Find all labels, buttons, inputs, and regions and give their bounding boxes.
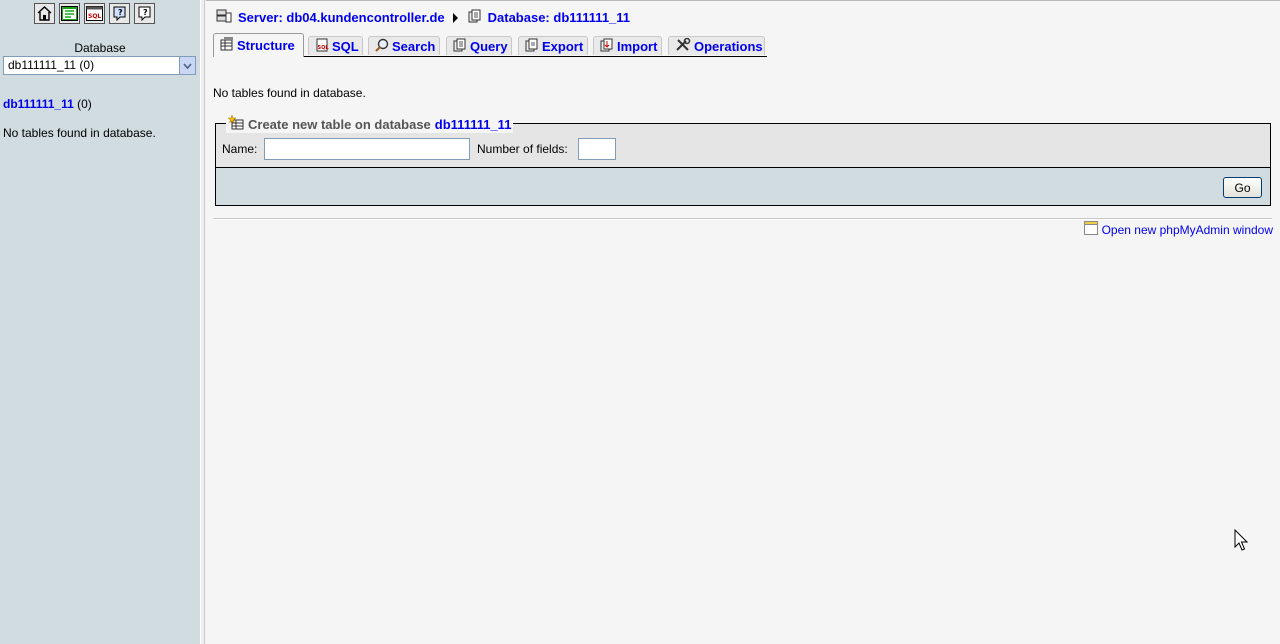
breadcrumb: Server: db04.kundencontroller.de Databas…	[216, 9, 630, 26]
database-select-value: db111111_11 (0)	[8, 58, 95, 72]
mouse-cursor-icon	[1234, 528, 1249, 556]
tab-operations[interactable]: Operations	[668, 36, 765, 55]
chevron-down-icon[interactable]	[179, 57, 195, 74]
tab-search[interactable]: Search	[368, 36, 440, 55]
home-icon[interactable]	[34, 3, 55, 24]
export-icon	[525, 38, 539, 55]
go-button[interactable]: Go	[1223, 177, 1262, 198]
breadcrumb-database[interactable]: Database: db111111_11	[468, 9, 630, 26]
query-window-icon[interactable]	[59, 3, 80, 24]
tab-label: Operations	[694, 38, 763, 54]
tab-structure[interactable]: Structure	[213, 33, 304, 57]
left-no-tables-text: No tables found in database.	[3, 126, 156, 140]
icon-toolbar: SQL ? ?	[34, 3, 155, 24]
svg-text:?: ?	[143, 8, 148, 17]
breadcrumb-server-label: Server: db04.kundencontroller.de	[238, 10, 445, 25]
name-label: Name:	[222, 142, 258, 156]
search-icon	[375, 38, 389, 55]
query-icon	[453, 38, 467, 55]
import-icon	[600, 38, 614, 55]
tab-label: Structure	[237, 38, 295, 53]
sql-documentation-icon[interactable]: ?	[134, 3, 155, 24]
database-select[interactable]: db111111_11 (0)	[3, 56, 196, 75]
left-database-entry: db111111_11 (0)	[3, 97, 92, 111]
breadcrumb-server[interactable]: Server: db04.kundencontroller.de	[216, 9, 445, 26]
breadcrumb-arrow-icon	[452, 12, 458, 23]
create-table-legend: Create new table on database db111111_11	[226, 114, 514, 133]
tab-export[interactable]: Export	[518, 36, 588, 55]
operations-icon	[675, 37, 691, 55]
no-tables-message: No tables found in database.	[213, 86, 366, 100]
table-name-input[interactable]	[264, 138, 470, 160]
tab-sql[interactable]: SQL SQL	[308, 36, 363, 55]
new-table-icon	[227, 114, 244, 133]
tab-label: SQL	[332, 38, 359, 54]
svg-text:?: ?	[118, 8, 123, 17]
sql-icon[interactable]: SQL	[84, 3, 105, 24]
divider	[213, 218, 1272, 220]
tab-bar: Structure SQL SQL Search Query Export Im…	[213, 33, 767, 57]
svg-text:SQL: SQL	[88, 13, 101, 20]
frame-splitter[interactable]	[200, 0, 205, 644]
tab-label: Import	[617, 38, 658, 54]
structure-icon	[220, 37, 234, 54]
create-table-fieldset: Name: Number of fields: Go Create new ta…	[215, 114, 1271, 206]
top-border	[206, 0, 1280, 1]
new-window-icon	[1083, 221, 1098, 238]
breadcrumb-database-label: Database: db111111_11	[487, 10, 631, 25]
server-icon	[216, 9, 232, 26]
number-of-fields-input[interactable]	[578, 138, 616, 160]
tab-label: Export	[542, 38, 584, 54]
database-label: Database	[74, 41, 126, 55]
left-database-link[interactable]: db111111_11	[3, 97, 74, 111]
navigation-frame: SQL ? ? Database db111111_11 (0) db11111…	[0, 0, 200, 644]
open-new-window[interactable]: Open new phpMyAdmin window	[1083, 221, 1273, 238]
number-of-fields-label: Number of fields:	[477, 142, 568, 156]
tab-label: Query	[470, 38, 508, 54]
create-table-legend-text: Create new table on database	[248, 116, 431, 132]
svg-text:SQL: SQL	[318, 45, 330, 51]
create-table-database-link[interactable]: db111111_11	[435, 117, 512, 132]
tab-query[interactable]: Query	[446, 36, 512, 55]
tab-import[interactable]: Import	[593, 36, 662, 55]
create-table-form-footer: Go	[216, 168, 1270, 205]
database-icon	[468, 9, 482, 26]
tab-label: Search	[392, 38, 436, 54]
documentation-icon[interactable]: ?	[109, 3, 130, 24]
left-database-count: (0)	[77, 97, 92, 111]
sql-icon: SQL	[315, 38, 329, 55]
open-new-window-link[interactable]: Open new phpMyAdmin window	[1102, 223, 1273, 237]
